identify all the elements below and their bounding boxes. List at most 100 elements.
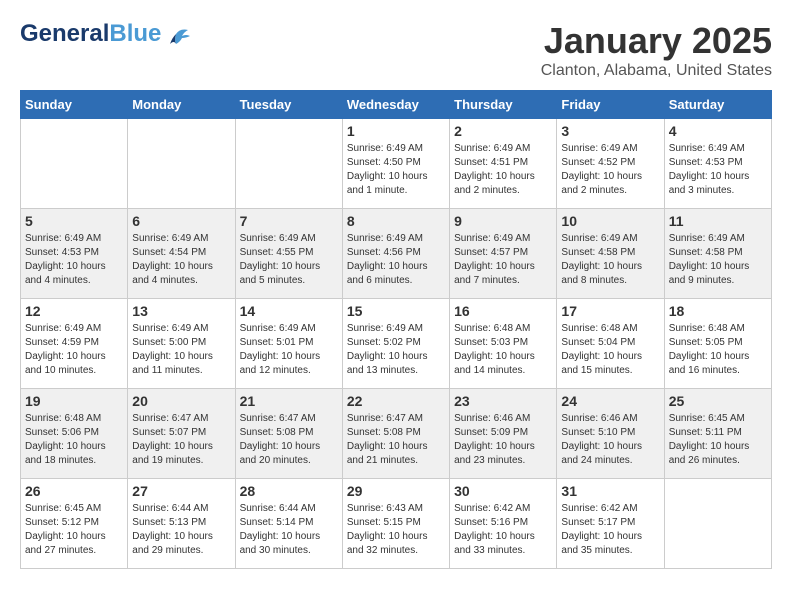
calendar-cell: 31 Sunrise: 6:42 AM Sunset: 5:17 PM Dayli…	[557, 479, 664, 569]
calendar-cell: 30Sunrise: 6:42 AM Sunset: 5:16 PM Dayli…	[450, 479, 557, 569]
day-info: Sunrise: 6:45 AM Sunset: 5:12 PM Dayligh…	[25, 502, 123, 558]
day-number: 5	[25, 213, 123, 229]
day-info: Sunrise: 6:49 AM Sunset: 5:02 PM Dayligh…	[347, 322, 445, 378]
day-info: Sunrise: 6:49 AM Sunset: 4:59 PM Dayligh…	[25, 322, 123, 378]
calendar-cell: 28 Sunrise: 6:44 AM Sunset: 5:14 PM Dayli…	[235, 479, 342, 569]
day-number: 4	[669, 123, 767, 139]
day-info: Sunrise: 6:49 AM Sunset: 4:55 PM Dayligh…	[240, 232, 338, 288]
day-info: Sunrise: 6:48 AM Sunset: 5:04 PM Dayligh…	[561, 322, 659, 378]
calendar-cell: 7 Sunrise: 6:49 AM Sunset: 4:55 PM Daylig…	[235, 209, 342, 299]
calendar-cell	[664, 479, 771, 569]
day-info: Sunrise: 6:48 AM Sunset: 5:06 PM Dayligh…	[25, 412, 123, 468]
calendar-cell: 18 Sunrise: 6:48 AM Sunset: 5:05 PM Dayli…	[664, 299, 771, 389]
day-number: 8	[347, 213, 445, 229]
calendar-cell: 22Sunrise: 6:47 AM Sunset: 5:08 PM Dayli…	[342, 389, 449, 479]
day-info: Sunrise: 6:49 AM Sunset: 4:50 PM Dayligh…	[347, 142, 445, 198]
location: Clanton, Alabama, United States	[541, 62, 772, 80]
calendar-week-row: 12Sunrise: 6:49 AM Sunset: 4:59 PM Dayli…	[21, 299, 772, 389]
day-info: Sunrise: 6:44 AM Sunset: 5:14 PM Dayligh…	[240, 502, 338, 558]
calendar-table: SundayMondayTuesdayWednesdayThursdayFrid…	[20, 90, 772, 569]
day-number: 21	[240, 393, 338, 409]
calendar-cell: 10 Sunrise: 6:49 AM Sunset: 4:58 PM Dayli…	[557, 209, 664, 299]
day-number: 29	[347, 483, 445, 499]
calendar-cell: 5 Sunrise: 6:49 AM Sunset: 4:53 PM Daylig…	[21, 209, 128, 299]
calendar-cell: 26 Sunrise: 6:45 AM Sunset: 5:12 PM Dayli…	[21, 479, 128, 569]
day-number: 1	[347, 123, 445, 139]
calendar-cell	[21, 119, 128, 209]
calendar-cell: 3 Sunrise: 6:49 AM Sunset: 4:52 PM Daylig…	[557, 119, 664, 209]
day-info: Sunrise: 6:49 AM Sunset: 4:58 PM Dayligh…	[561, 232, 659, 288]
calendar-cell: 27 Sunrise: 6:44 AM Sunset: 5:13 PM Dayli…	[128, 479, 235, 569]
day-number: 6	[132, 213, 230, 229]
calendar-cell: 6 Sunrise: 6:49 AM Sunset: 4:54 PM Daylig…	[128, 209, 235, 299]
calendar-cell: 9Sunrise: 6:49 AM Sunset: 4:57 PM Daylig…	[450, 209, 557, 299]
day-number: 22	[347, 393, 445, 409]
calendar-cell: 13 Sunrise: 6:49 AM Sunset: 5:00 PM Dayli…	[128, 299, 235, 389]
day-info: Sunrise: 6:47 AM Sunset: 5:07 PM Dayligh…	[132, 412, 230, 468]
weekday-header-row: SundayMondayTuesdayWednesdayThursdayFrid…	[21, 91, 772, 119]
day-info: Sunrise: 6:42 AM Sunset: 5:16 PM Dayligh…	[454, 502, 552, 558]
calendar-cell: 12Sunrise: 6:49 AM Sunset: 4:59 PM Dayli…	[21, 299, 128, 389]
day-number: 31	[561, 483, 659, 499]
logo-blue: Blue	[109, 20, 161, 47]
day-number: 25	[669, 393, 767, 409]
day-info: Sunrise: 6:49 AM Sunset: 4:53 PM Dayligh…	[25, 232, 123, 288]
day-info: Sunrise: 6:48 AM Sunset: 5:03 PM Dayligh…	[454, 322, 552, 378]
logo-general: General	[20, 20, 109, 47]
day-number: 26	[25, 483, 123, 499]
calendar-cell: 24 Sunrise: 6:46 AM Sunset: 5:10 PM Dayli…	[557, 389, 664, 479]
day-info: Sunrise: 6:49 AM Sunset: 4:52 PM Dayligh…	[561, 142, 659, 198]
calendar-cell: 20 Sunrise: 6:47 AM Sunset: 5:07 PM Dayli…	[128, 389, 235, 479]
day-info: Sunrise: 6:49 AM Sunset: 4:58 PM Dayligh…	[669, 232, 767, 288]
day-number: 15	[347, 303, 445, 319]
day-number: 7	[240, 213, 338, 229]
day-number: 24	[561, 393, 659, 409]
calendar-cell: 23 Sunrise: 6:46 AM Sunset: 5:09 PM Dayli…	[450, 389, 557, 479]
day-number: 2	[454, 123, 552, 139]
day-number: 28	[240, 483, 338, 499]
day-number: 10	[561, 213, 659, 229]
weekday-header-thursday: Thursday	[450, 91, 557, 119]
day-info: Sunrise: 6:43 AM Sunset: 5:15 PM Dayligh…	[347, 502, 445, 558]
day-info: Sunrise: 6:49 AM Sunset: 4:56 PM Dayligh…	[347, 232, 445, 288]
day-number: 13	[132, 303, 230, 319]
calendar-cell: 1 Sunrise: 6:49 AM Sunset: 4:50 PM Daylig…	[342, 119, 449, 209]
calendar-cell: 19 Sunrise: 6:48 AM Sunset: 5:06 PM Dayli…	[21, 389, 128, 479]
day-info: Sunrise: 6:45 AM Sunset: 5:11 PM Dayligh…	[669, 412, 767, 468]
day-number: 27	[132, 483, 230, 499]
calendar-cell: 25 Sunrise: 6:45 AM Sunset: 5:11 PM Dayli…	[664, 389, 771, 479]
logo-bird-icon	[168, 26, 192, 48]
calendar-cell: 16 Sunrise: 6:48 AM Sunset: 5:03 PM Dayli…	[450, 299, 557, 389]
calendar-cell: 14Sunrise: 6:49 AM Sunset: 5:01 PM Dayli…	[235, 299, 342, 389]
weekday-header-wednesday: Wednesday	[342, 91, 449, 119]
calendar-cell	[128, 119, 235, 209]
weekday-header-friday: Friday	[557, 91, 664, 119]
day-info: Sunrise: 6:49 AM Sunset: 4:53 PM Dayligh…	[669, 142, 767, 198]
day-info: Sunrise: 6:49 AM Sunset: 4:57 PM Dayligh…	[454, 232, 552, 288]
day-number: 11	[669, 213, 767, 229]
day-number: 18	[669, 303, 767, 319]
day-number: 16	[454, 303, 552, 319]
day-info: Sunrise: 6:44 AM Sunset: 5:13 PM Dayligh…	[132, 502, 230, 558]
day-info: Sunrise: 6:48 AM Sunset: 5:05 PM Dayligh…	[669, 322, 767, 378]
day-info: Sunrise: 6:42 AM Sunset: 5:17 PM Dayligh…	[561, 502, 659, 558]
calendar-cell: 17Sunrise: 6:48 AM Sunset: 5:04 PM Dayli…	[557, 299, 664, 389]
calendar-cell: 21Sunrise: 6:47 AM Sunset: 5:08 PM Dayli…	[235, 389, 342, 479]
calendar-week-row: 26 Sunrise: 6:45 AM Sunset: 5:12 PM Dayli…	[21, 479, 772, 569]
day-number: 23	[454, 393, 552, 409]
day-number: 3	[561, 123, 659, 139]
weekday-header-saturday: Saturday	[664, 91, 771, 119]
day-info: Sunrise: 6:49 AM Sunset: 4:54 PM Dayligh…	[132, 232, 230, 288]
title-section: January 2025 Clanton, Alabama, United St…	[541, 20, 772, 80]
logo: GeneralBlue	[20, 20, 192, 48]
page-header: GeneralBlue January 2025 Clanton, Alabam…	[20, 20, 772, 80]
weekday-header-tuesday: Tuesday	[235, 91, 342, 119]
day-info: Sunrise: 6:49 AM Sunset: 5:00 PM Dayligh…	[132, 322, 230, 378]
day-number: 19	[25, 393, 123, 409]
day-info: Sunrise: 6:46 AM Sunset: 5:10 PM Dayligh…	[561, 412, 659, 468]
calendar-cell: 11 Sunrise: 6:49 AM Sunset: 4:58 PM Dayli…	[664, 209, 771, 299]
month-title: January 2025	[541, 20, 772, 62]
weekday-header-monday: Monday	[128, 91, 235, 119]
day-number: 20	[132, 393, 230, 409]
day-info: Sunrise: 6:46 AM Sunset: 5:09 PM Dayligh…	[454, 412, 552, 468]
